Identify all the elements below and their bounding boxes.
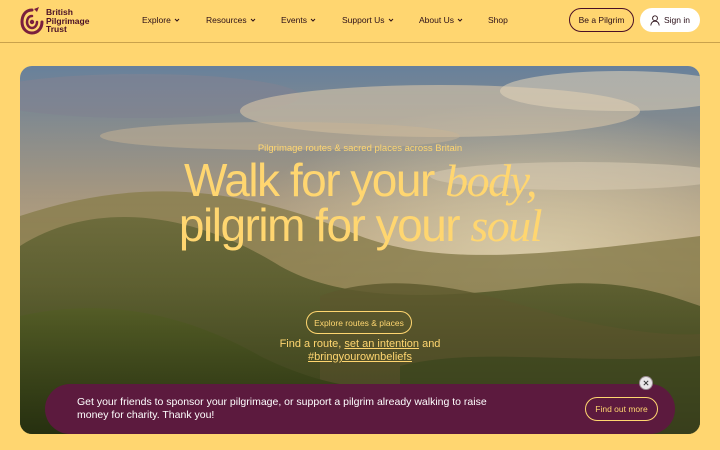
be-a-pilgrim-label: Be a Pilgrim	[578, 15, 625, 25]
bring-your-own-beliefs-link[interactable]: #bringyourownbeliefs	[308, 351, 412, 363]
hero-title-line-2: pilgrim for your soul	[178, 199, 543, 251]
banner-text: Get your friends to sponsor your pilgrim…	[77, 396, 487, 421]
nav-shop[interactable]: Shop	[488, 15, 508, 25]
site-header: British Pilgrimage Trust Explore Resourc…	[0, 0, 720, 43]
sponsor-banner: Get your friends to sponsor your pilgrim…	[45, 384, 675, 434]
nav-about-us[interactable]: About Us	[419, 15, 463, 25]
hero-find-text: Find a route, set an intention and #brin…	[279, 338, 441, 363]
sign-in-button[interactable]: Sign in	[640, 8, 700, 32]
explore-routes-label: Explore routes & places	[314, 317, 404, 328]
explore-routes-button[interactable]: Explore routes & places	[306, 311, 412, 334]
chevron-down-icon	[457, 18, 463, 22]
spiral-logo-icon	[20, 7, 44, 35]
hero-subtitle: Pilgrimage routes & sacred places across…	[257, 143, 463, 154]
close-icon	[643, 380, 649, 386]
chevron-down-icon	[310, 18, 316, 22]
be-a-pilgrim-button[interactable]: Be a Pilgrim	[569, 8, 634, 32]
hero-title-line-1: Walk for your body,	[184, 154, 537, 206]
nav-resources[interactable]: Resources	[206, 15, 256, 25]
nav-explore[interactable]: Explore	[142, 15, 180, 25]
nav-events[interactable]: Events	[281, 15, 316, 25]
sign-in-label: Sign in	[664, 15, 690, 25]
nav-support-us[interactable]: Support Us	[342, 15, 394, 25]
set-an-intention-link[interactable]: set an intention	[344, 338, 419, 350]
hero-title: Walk for your body, pilgrim for your sou…	[20, 154, 700, 251]
find-out-more-button[interactable]: Find out more	[585, 397, 658, 421]
banner-close-button[interactable]	[639, 376, 653, 390]
brand-logo[interactable]: British Pilgrimage Trust	[20, 7, 130, 35]
user-icon	[650, 14, 660, 26]
find-out-more-label: Find out more	[595, 404, 648, 414]
brand-name: British Pilgrimage Trust	[46, 7, 90, 35]
chevron-down-icon	[388, 18, 393, 22]
chevron-down-icon	[250, 18, 255, 22]
hero-section: Pilgrimage routes & sacred places across…	[20, 66, 700, 434]
chevron-down-icon	[174, 18, 180, 22]
